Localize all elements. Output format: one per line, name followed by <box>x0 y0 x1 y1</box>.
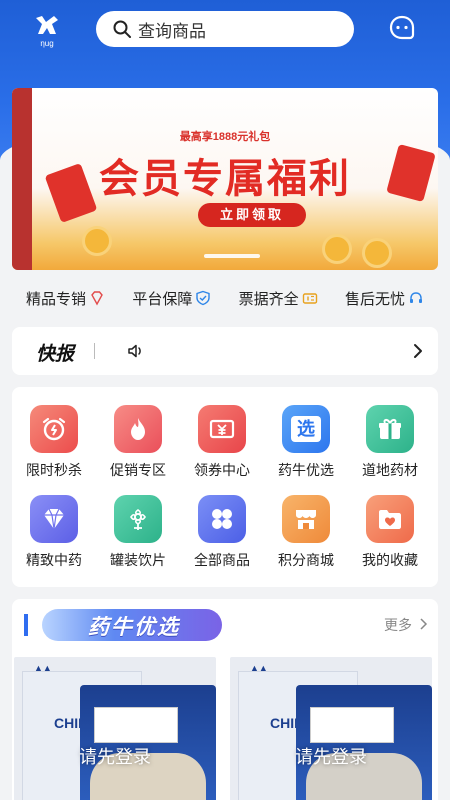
feature-label: 精品专销 <box>26 290 87 308</box>
category-promotion[interactable]: 促销专区 <box>96 405 180 480</box>
product-card[interactable]: ▲▲ CHINESE MEDICIN 请先登录 <box>14 657 216 800</box>
heart-folder-icon <box>366 495 414 543</box>
app-logo[interactable]: ηug <box>32 14 62 48</box>
category-label: 道地药材 <box>362 462 418 478</box>
section-title: 药牛优选 <box>88 616 180 639</box>
top-bar: ηug 查询商品 <box>0 0 450 60</box>
product-label <box>310 707 394 743</box>
bull-logo-icon <box>36 16 58 34</box>
category-label: 促销专区 <box>110 462 166 478</box>
more-link[interactable]: 更多 <box>384 615 412 635</box>
category-all-products[interactable]: 全部商品 <box>180 495 264 570</box>
headset-icon <box>410 292 422 303</box>
banner-subtitle: 最高享1888元礼包 <box>179 131 271 143</box>
select-glyph: 选 <box>291 416 321 442</box>
news-divider <box>94 343 95 359</box>
select-icon: 选 <box>282 405 330 453</box>
logo-text: ηug <box>40 39 54 48</box>
gift-icon <box>366 405 414 453</box>
service-features: 精品专销 平台保障 票据齐全 售后无忧 <box>12 280 438 316</box>
coupon-icon <box>198 405 246 453</box>
category-grid: 限时秒杀 促销专区 领券中心 选 药牛优选 道地药材 精致中药 罐装饮片 全部商… <box>12 387 438 587</box>
category-label: 我的收藏 <box>362 552 418 568</box>
shop-icon <box>282 495 330 543</box>
search-bar[interactable]: 查询商品 <box>96 11 354 47</box>
feature-label: 售后无忧 <box>344 290 405 308</box>
chevron-right-icon[interactable] <box>408 341 428 361</box>
category-label: 精致中药 <box>26 552 82 568</box>
category-label: 限时秒杀 <box>26 462 82 478</box>
category-label: 药牛优选 <box>278 462 334 478</box>
banner-title: 会员专属福利 <box>99 157 351 201</box>
ticket-icon <box>302 293 317 304</box>
flower-icon <box>114 495 162 543</box>
coin-icon <box>322 234 352 264</box>
category-canned-slices[interactable]: 罐装饮片 <box>96 495 180 570</box>
login-prompt[interactable]: 请先登录 <box>230 743 432 769</box>
speaker-icon <box>128 344 141 358</box>
product-brand-logo: ▲▲ <box>34 663 52 673</box>
login-prompt[interactable]: 请先登录 <box>14 743 216 769</box>
chevron-right-icon[interactable] <box>416 617 430 631</box>
search-placeholder: 查询商品 <box>138 21 206 41</box>
search-icon <box>113 20 131 38</box>
promo-banner[interactable]: 最高享1888元礼包 会员专属福利 立即领取 <box>12 88 438 270</box>
category-fine-herbs[interactable]: 精致中药 <box>12 495 96 570</box>
carousel-indicator <box>204 254 260 258</box>
product-card[interactable]: ▲▲ CHINESE MEDICIN 请先登录 <box>230 657 432 800</box>
feature-item: 平台保障 <box>132 288 211 309</box>
gem-icon <box>30 495 78 543</box>
feature-label: 票据齐全 <box>238 290 299 308</box>
diamond-icon <box>91 291 103 306</box>
news-ticker[interactable]: 快报 <box>12 327 438 375</box>
category-yaoniu-select[interactable]: 选 药牛优选 <box>264 405 348 480</box>
category-label: 全部商品 <box>194 552 250 568</box>
coin-icon <box>82 226 112 256</box>
message-icon[interactable] <box>388 14 416 42</box>
alarm-clock-icon <box>30 405 78 453</box>
feature-item: 精品专销 <box>26 288 105 309</box>
section-accent-bar <box>24 614 28 636</box>
category-label: 罐装饮片 <box>110 552 166 568</box>
feature-item: 票据齐全 <box>239 288 318 309</box>
product-label <box>94 707 178 743</box>
category-authentic-herbs[interactable]: 道地药材 <box>348 405 432 480</box>
category-label: 领券中心 <box>194 462 250 478</box>
featured-section: 药牛优选 更多 ▲▲ CHINESE MEDICIN 请先登录 ▲▲ CHINE… <box>12 599 438 800</box>
category-label: 积分商城 <box>278 552 334 568</box>
feature-label: 平台保障 <box>132 290 193 308</box>
grid-icon <box>198 495 246 543</box>
shield-icon <box>196 290 211 306</box>
coin-icon <box>362 238 392 268</box>
news-title: 快报 <box>36 344 75 365</box>
category-flash-sale[interactable]: 限时秒杀 <box>12 405 96 480</box>
flame-icon <box>114 405 162 453</box>
category-points-mall[interactable]: 积分商城 <box>264 495 348 570</box>
category-favorites[interactable]: 我的收藏 <box>348 495 432 570</box>
feature-item: 售后无忧 <box>345 288 424 309</box>
category-coupon[interactable]: 领券中心 <box>180 405 264 480</box>
claim-button[interactable]: 立即领取 <box>198 203 306 227</box>
product-brand-logo: ▲▲ <box>250 663 268 673</box>
